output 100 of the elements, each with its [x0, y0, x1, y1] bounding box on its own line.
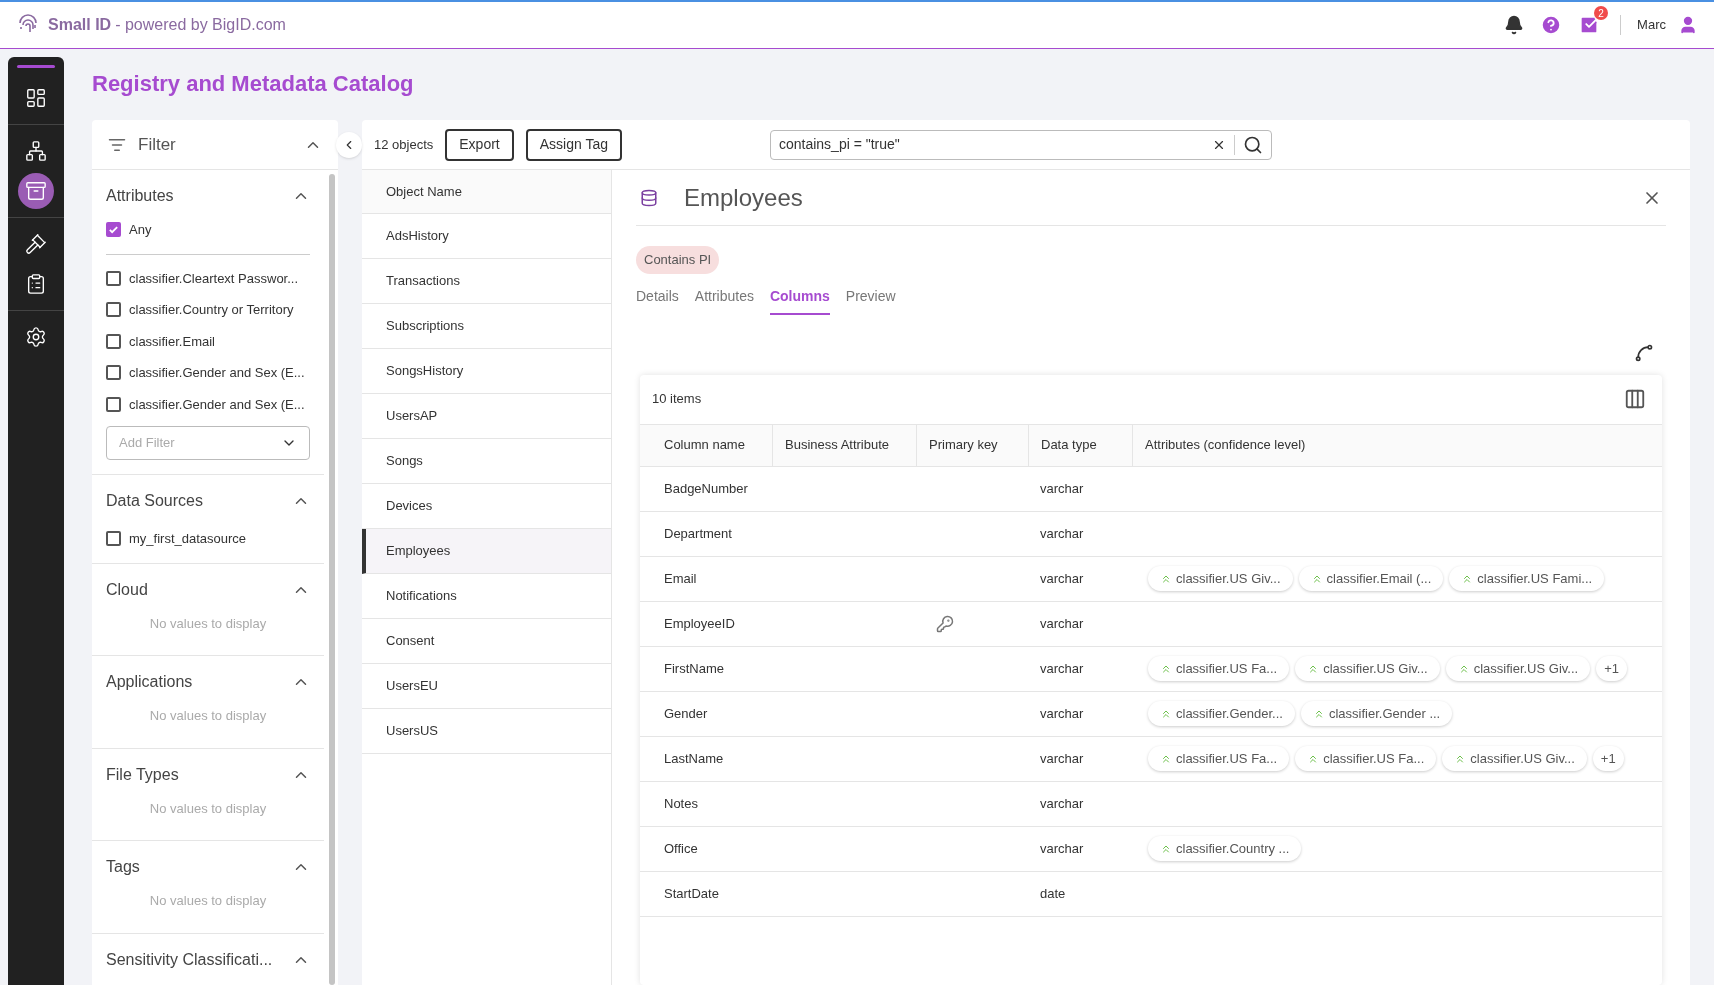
search-icon[interactable] [1242, 134, 1263, 155]
table-cell-text: Notes [664, 794, 698, 813]
object-row[interactable]: UsersEU [362, 664, 611, 709]
attribute-chip[interactable]: classifier.US Giv... [1442, 746, 1587, 771]
detail-tab[interactable]: Details [636, 285, 679, 315]
table-cell-text: LastName [664, 749, 724, 768]
table-cell-text: varchar [1040, 659, 1084, 678]
option-label[interactable]: classifier.Cleartext Passwor... [129, 268, 299, 288]
object-row[interactable]: SongsHistory [362, 349, 611, 394]
option-label[interactable]: my_first_datasource [129, 529, 247, 549]
section-title: Applications [106, 672, 194, 692]
query-field[interactable]: contains_pi = "true" [769, 129, 1272, 160]
table-cell-text: EmployeeID [664, 614, 735, 633]
table-cell-text: Email [664, 569, 697, 588]
option-label[interactable]: classifier.Country or Territory [129, 300, 294, 320]
object-row[interactable]: Consent [362, 619, 611, 664]
option-label[interactable]: classifier.Email [129, 331, 215, 351]
detail-tab[interactable]: Preview [845, 285, 896, 315]
brand-name: Small ID [48, 15, 112, 35]
object-count: 12 objects [374, 135, 434, 154]
object-row[interactable]: Employees [362, 529, 611, 574]
brand-tagline: - powered by BigID.com [115, 15, 286, 35]
filter-title: Filter [138, 133, 177, 156]
clipboard-icon [25, 273, 47, 295]
checkbox[interactable] [106, 365, 121, 381]
section-title: Tags [106, 857, 141, 877]
option-label[interactable]: Any [129, 220, 152, 240]
table-cell-text: varchar [1040, 524, 1084, 543]
attribute-chip[interactable]: classifier.US Fa... [1148, 746, 1290, 771]
hierarchy-icon [25, 140, 47, 162]
drawer-icon [25, 180, 47, 202]
user-avatar-icon[interactable] [1678, 15, 1698, 35]
column-header: Column name [640, 424, 772, 467]
checkbox[interactable] [106, 333, 121, 349]
object-row[interactable]: Subscriptions [362, 304, 611, 349]
empty-message: No values to display [148, 614, 268, 633]
checkbox[interactable] [106, 222, 121, 238]
attribute-chip[interactable]: classifier.Gender ... [1300, 701, 1453, 726]
table-cell-text: Gender [664, 704, 708, 723]
table-cell-text: varchar [1040, 614, 1084, 633]
gavel-icon [25, 233, 47, 255]
object-row[interactable]: UsersUS [362, 709, 611, 754]
checkbox[interactable] [106, 302, 121, 318]
attribute-chip[interactable]: classifier.US Giv... [1148, 566, 1293, 591]
object-row[interactable]: AdsHistory [362, 214, 611, 259]
help-icon[interactable] [1540, 14, 1563, 36]
detail-tab[interactable]: Columns [769, 285, 830, 315]
attribute-chip[interactable]: classifier.Email (... [1298, 566, 1444, 591]
lineage-icon[interactable] [1634, 342, 1654, 363]
dashboard-icon [25, 87, 47, 109]
attribute-chip[interactable]: classifier.US Fa... [1295, 746, 1437, 771]
scrollbar[interactable] [329, 174, 335, 985]
user-name[interactable]: Marc [1637, 15, 1666, 35]
object-row[interactable]: Transactions [362, 259, 611, 304]
empty-message: No values to display [148, 892, 268, 910]
table-cell-text: BadgeNumber [664, 479, 748, 498]
attribute-chip[interactable]: classifier.US Giv... [1295, 656, 1440, 681]
checkbox[interactable] [106, 531, 121, 547]
table-cell-text: date [1040, 884, 1066, 903]
pi-tag: Contains PI [636, 246, 720, 274]
columns-icon[interactable] [1624, 388, 1646, 410]
table-cell-text: StartDate [664, 884, 719, 903]
more-chip[interactable]: +1 [1592, 746, 1624, 771]
column-header: Primary key [916, 424, 1028, 467]
checkbox[interactable] [106, 270, 121, 286]
table-cell-text: Department [664, 524, 732, 543]
attribute-chip[interactable]: classifier.Gender... [1148, 701, 1295, 726]
items-count: 10 items [652, 390, 703, 409]
attribute-chip[interactable]: classifier.US Giv... [1445, 656, 1591, 681]
object-row[interactable]: Notifications [362, 574, 611, 619]
object-row[interactable]: UsersAP [362, 394, 611, 439]
notifications-icon[interactable] [1504, 15, 1525, 35]
section-title: Data Sources [106, 491, 204, 511]
section-title: Sensitivity Classificati... [106, 949, 274, 970]
object-row[interactable]: Songs [362, 439, 611, 484]
toolbar-button[interactable]: Assign Tag [525, 128, 622, 161]
toolbar-button[interactable]: Export [445, 128, 514, 161]
nav-item[interactable] [18, 173, 54, 209]
checkbox[interactable] [106, 396, 121, 412]
column-header: Attributes (confidence level) [1132, 424, 1662, 467]
table-cell-text: Office [664, 839, 698, 858]
empty-message: No values to display [148, 799, 268, 818]
option-label[interactable]: classifier.Gender and Sex (E... [129, 394, 305, 414]
more-chip[interactable]: +1 [1596, 656, 1627, 681]
settings-icon [25, 326, 47, 348]
notification-badge: 2 [1594, 6, 1609, 20]
empty-message: No values to display [148, 707, 268, 725]
column-header: Data type [1028, 424, 1132, 467]
attribute-chip[interactable]: classifier.US Fami... [1449, 566, 1605, 591]
section-title: Cloud [106, 579, 149, 600]
option-label[interactable]: classifier.Gender and Sex (E... [129, 363, 305, 383]
table-cell-text: varchar [1040, 479, 1084, 498]
table-cell-text: varchar [1040, 839, 1084, 858]
attribute-chip[interactable]: classifier.US Fa... [1148, 656, 1290, 681]
attribute-chip[interactable]: classifier.Country ... [1148, 836, 1302, 861]
page-title: Registry and Metadata Catalog [92, 70, 415, 98]
detail-tab[interactable]: Attributes [694, 285, 754, 315]
table-cell-text: varchar [1040, 569, 1084, 588]
key-icon [936, 614, 954, 633]
column-header: Object Name [362, 170, 611, 214]
